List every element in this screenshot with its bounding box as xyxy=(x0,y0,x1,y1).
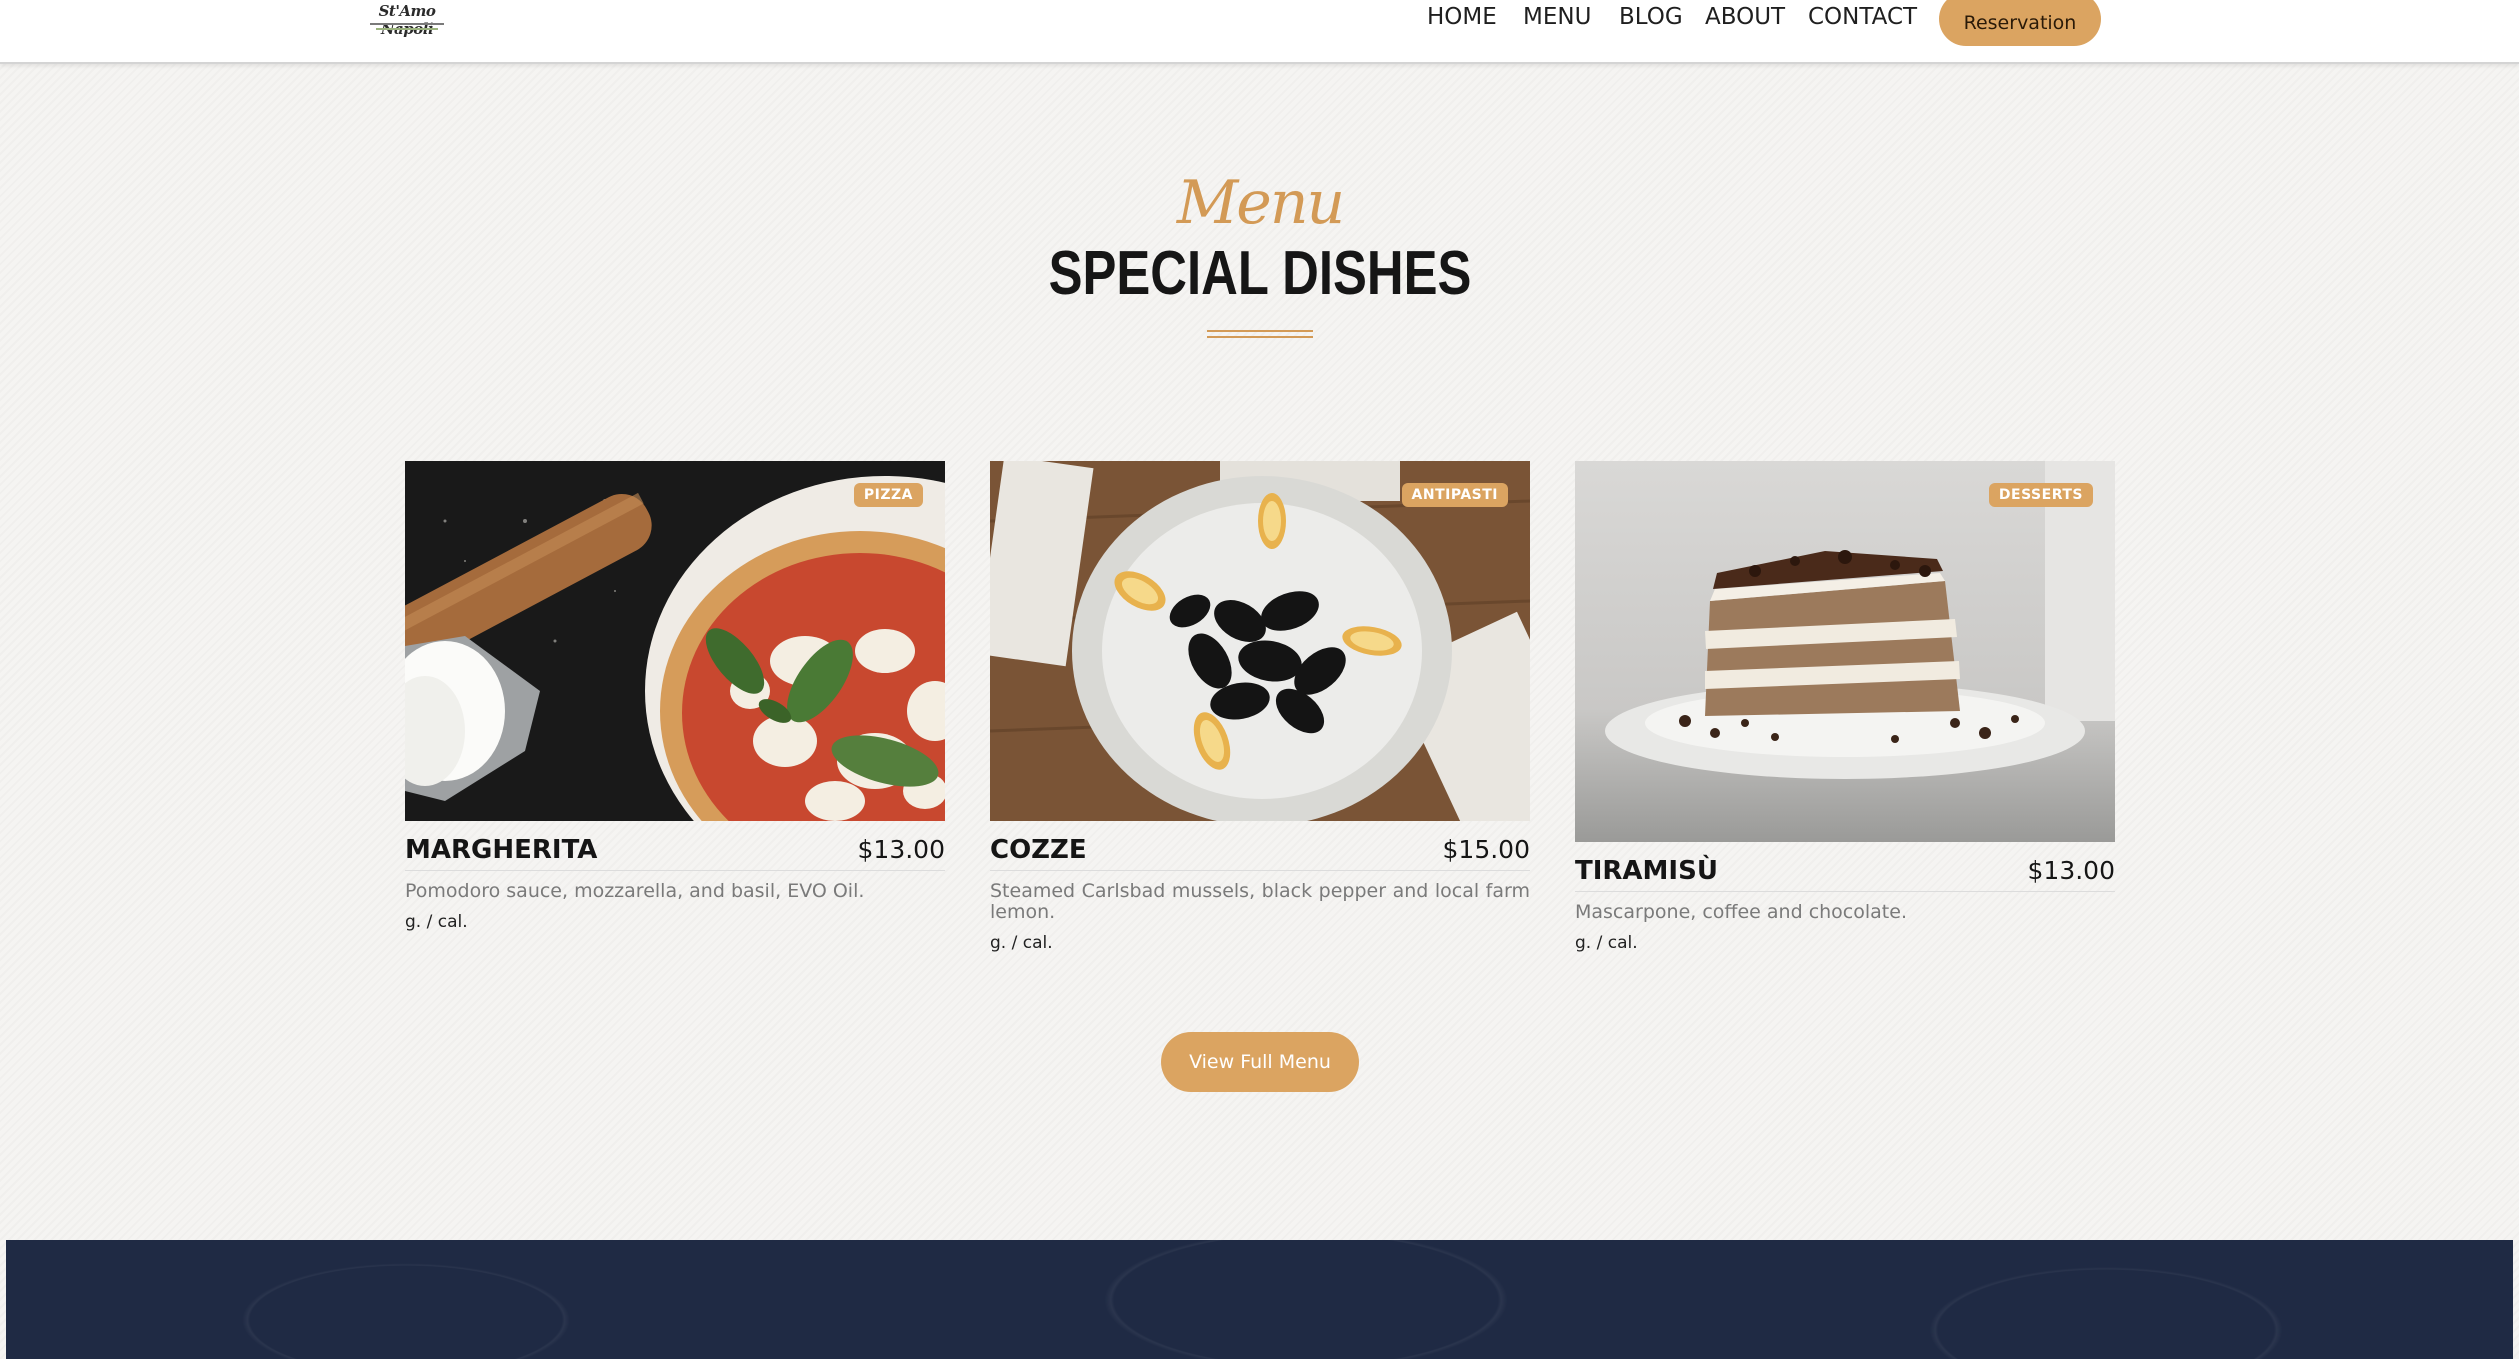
title-divider xyxy=(1207,330,1313,332)
logo-underline xyxy=(370,23,444,25)
dish-name[interactable]: MARGHERITA xyxy=(405,835,597,865)
section-subtitle: Menu xyxy=(1176,168,1345,238)
dish-price: $13.00 xyxy=(857,835,945,864)
dish-header: COZZE $15.00 xyxy=(990,831,1530,871)
nav-about[interactable]: ABOUT xyxy=(1705,2,1785,32)
nav-blog[interactable]: BLOG xyxy=(1619,2,1683,32)
dish-image-tiramisu[interactable]: DESSERTS xyxy=(1575,461,2115,842)
dish-image-margherita[interactable]: PIZZA xyxy=(405,461,945,821)
dish-nutrition: g. / cal. xyxy=(990,933,1053,953)
dish-description: Steamed Carlsbad mussels, black pepper a… xyxy=(990,880,1530,923)
title-divider xyxy=(1207,336,1313,338)
dish-card-margherita[interactable]: PIZZA MARGHERITA $13.00 Pomodoro sauce, … xyxy=(405,461,945,932)
dish-price: $15.00 xyxy=(1442,835,1530,864)
dish-header: TIRAMISÙ $13.00 xyxy=(1575,852,2115,892)
mussels-photo xyxy=(990,461,1530,821)
dish-image-cozze[interactable]: ANTIPASTI xyxy=(990,461,1530,821)
dish-badge: PIZZA xyxy=(853,483,923,507)
footer-band xyxy=(6,1240,2513,1359)
dish-description: Mascarpone, coffee and chocolate. xyxy=(1575,901,1907,923)
dish-nutrition: g. / cal. xyxy=(405,912,468,932)
nav-home[interactable]: HOME xyxy=(1427,2,1497,32)
section-title: SPECIAL DISHES xyxy=(1048,239,1472,308)
dish-card-tiramisu[interactable]: DESSERTS TIRAMISÙ $13.00 Mascarpone, cof… xyxy=(1575,461,2115,953)
dish-name[interactable]: TIRAMISÙ xyxy=(1575,856,1718,886)
logo-text: St'Amo Napoli xyxy=(378,2,436,38)
dish-nutrition: g. / cal. xyxy=(1575,933,1638,953)
dish-badge: DESSERTS xyxy=(1988,483,2093,507)
dish-price: $13.00 xyxy=(2027,856,2115,885)
site-logo[interactable]: St'Amo Napoli xyxy=(362,2,452,38)
tiramisu-photo xyxy=(1575,461,2115,842)
reservation-button[interactable]: Reservation xyxy=(1939,0,2101,46)
dish-card-cozze[interactable]: ANTIPASTI COZZE $15.00 Steamed Carlsbad … xyxy=(990,461,1530,953)
site-header: St'Amo Napoli HOME MENU BLOG ABOUT CONTA… xyxy=(0,0,2519,64)
view-full-menu-button[interactable]: View Full Menu xyxy=(1161,1032,1359,1092)
dish-badge: ANTIPASTI xyxy=(1401,483,1508,507)
dish-header: MARGHERITA $13.00 xyxy=(405,831,945,871)
nav-menu[interactable]: MENU xyxy=(1523,2,1591,32)
pizza-photo xyxy=(405,461,945,821)
logo-underline-accent xyxy=(376,28,438,30)
dish-name[interactable]: COZZE xyxy=(990,835,1087,865)
nav-contact[interactable]: CONTACT xyxy=(1808,2,1917,32)
dish-description: Pomodoro sauce, mozzarella, and basil, E… xyxy=(405,880,865,902)
